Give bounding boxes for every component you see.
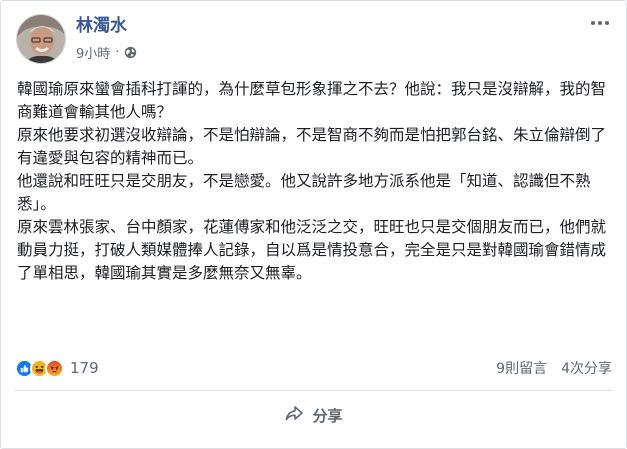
author-name[interactable]: 林濁水: [76, 15, 137, 37]
separator-dot: ·: [115, 45, 120, 60]
post-paragraph: 韓國瑜原來蠻會插科打諢的，為什麼草包形象揮之不去？他說：我只是沒辯解，我的智商難…: [17, 80, 607, 121]
share-label: 分享: [312, 406, 343, 425]
post-actions: 分享: [15, 396, 612, 434]
post-body: 韓國瑜原來蠻會插科打諢的，為什麼草包形象揮之不去？他說：我只是沒辯解，我的智商難…: [17, 78, 617, 285]
post-stats: 179 9則留言 4次分享: [15, 355, 612, 381]
shares-count-link[interactable]: 4次分享: [561, 358, 612, 378]
post-paragraph: 原來他要求初選沒收辯論，不是怕辯論，不是智商不夠而是怕把郭台銘、朱立倫辯倒了有違…: [17, 126, 607, 167]
post-paragraph: 原來雲林張家、台中顏家，花蓮傅家和他泛泛之交，旺旺也只是交個朋友而已，他們就動員…: [17, 218, 607, 282]
share-arrow-icon: [284, 403, 304, 427]
share-button[interactable]: 分享: [268, 397, 358, 433]
more-options-icon[interactable]: [588, 13, 612, 33]
post-timestamp[interactable]: 9小時: [76, 43, 110, 62]
actions-divider: [15, 390, 612, 391]
author-avatar[interactable]: [16, 14, 66, 64]
post-header: 林濁水 9小時 ·: [16, 14, 137, 66]
comments-count-link[interactable]: 9則留言: [496, 358, 547, 378]
reaction-count: 179: [70, 359, 99, 377]
globe-icon[interactable]: [124, 46, 137, 59]
post-paragraph: 他還說和旺旺只是交朋友，不是戀愛。他又說許多地方派系他是「知道、認識但不熟悉」。: [17, 172, 591, 213]
reactions-summary[interactable]: 179: [15, 358, 99, 378]
post-card: 林濁水 9小時 · 韓國瑜原來蠻會插科打諢的，為什麼草包形象揮之不去？他說：我只…: [0, 0, 627, 449]
angry-icon: [45, 358, 64, 378]
